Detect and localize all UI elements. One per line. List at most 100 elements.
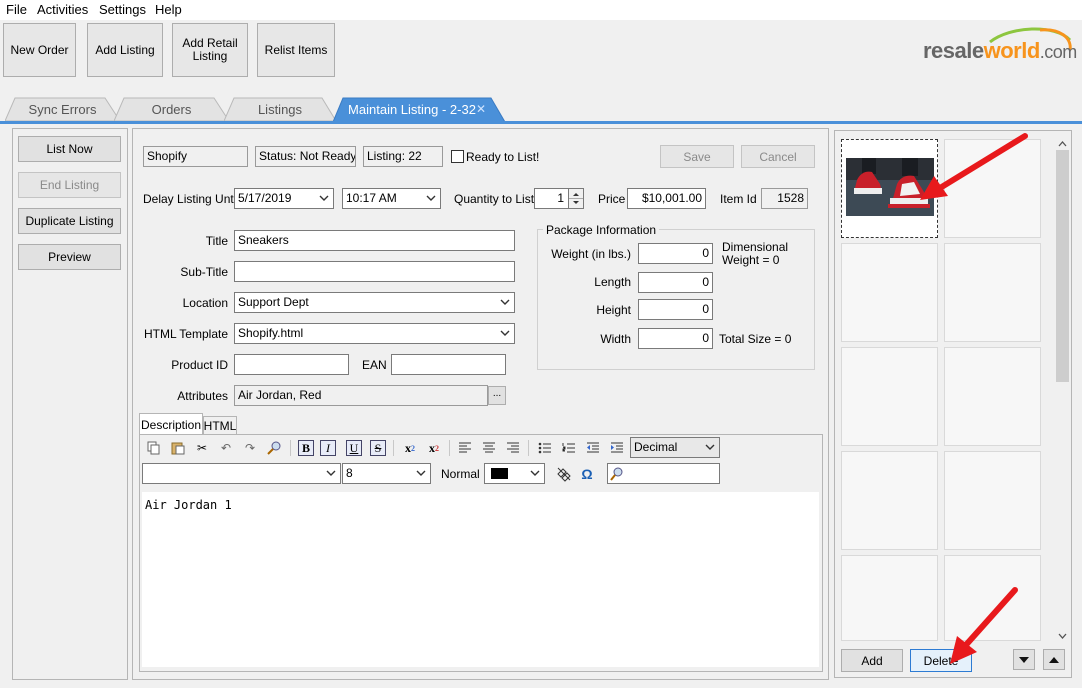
tab-orders-label: Orders	[151, 101, 192, 117]
length-input[interactable]: 0	[638, 272, 713, 293]
tab-sync-errors-label: Sync Errors	[28, 101, 97, 117]
toolbar-divider	[528, 440, 529, 456]
relist-items-button[interactable]: Relist Items	[257, 23, 335, 77]
end-listing-button[interactable]: End Listing	[18, 172, 121, 198]
menu-activities[interactable]: Activities	[37, 2, 88, 17]
scroll-up-icon[interactable]	[1054, 138, 1071, 150]
image-slot-7[interactable]	[841, 451, 938, 550]
font-size-dropdown[interactable]: 8	[342, 463, 431, 484]
ean-input[interactable]	[391, 354, 506, 375]
quantity-input[interactable]: 1	[534, 188, 569, 209]
add-listing-button[interactable]: Add Listing	[87, 23, 163, 77]
quantity-stepper[interactable]	[568, 188, 584, 209]
font-family-dropdown[interactable]	[142, 463, 341, 484]
width-input[interactable]: 0	[638, 328, 713, 349]
editor-search-input[interactable]	[607, 463, 720, 484]
scroll-thumb[interactable]	[1056, 150, 1069, 382]
add-retail-listing-button[interactable]: Add Retail Listing	[172, 23, 248, 77]
delay-date-picker[interactable]: 5/17/2019	[234, 188, 334, 209]
tab-listings[interactable]: Listings	[224, 97, 336, 121]
image-slot-6[interactable]	[944, 347, 1041, 446]
superscript-icon[interactable]: x2	[426, 440, 442, 456]
toolbar-divider	[290, 440, 291, 456]
bullet-list-icon[interactable]	[537, 440, 553, 456]
outdent-icon[interactable]	[585, 440, 601, 456]
html-template-value: Shopify.html	[238, 326, 304, 340]
indent-icon[interactable]	[609, 440, 625, 456]
editor-scrollbar[interactable]	[819, 492, 822, 667]
delay-date-value: 5/17/2019	[238, 191, 292, 205]
close-tab-icon[interactable]: ✕	[476, 102, 486, 116]
bold-icon[interactable]: B	[298, 440, 314, 456]
toolbar-divider	[449, 440, 450, 456]
font-color-dropdown[interactable]	[484, 463, 545, 484]
tab-html[interactable]: HTML	[203, 416, 237, 435]
strikethrough-icon[interactable]: S	[370, 440, 386, 456]
paste-icon[interactable]	[170, 440, 186, 456]
add-image-button[interactable]: Add	[841, 649, 903, 672]
paragraph-style-label[interactable]: Normal	[441, 467, 480, 481]
special-character-icon[interactable]: Ω	[579, 466, 595, 482]
menu-file[interactable]: File	[6, 2, 27, 17]
listing-number-field: Listing: 22	[363, 146, 443, 167]
redo-icon[interactable]: ↷	[242, 440, 258, 456]
find-icon[interactable]	[266, 440, 282, 456]
preview-button[interactable]: Preview	[18, 244, 121, 270]
image-slot-9[interactable]	[841, 555, 938, 641]
subscript-icon[interactable]: x2	[402, 440, 418, 456]
status-field: Status: Not Ready	[255, 146, 356, 167]
weight-input[interactable]: 0	[638, 243, 713, 264]
list-now-button[interactable]: List Now	[18, 136, 121, 162]
html-template-dropdown[interactable]: Shopify.html	[234, 323, 515, 344]
attributes-browse-button[interactable]: ...	[488, 386, 506, 405]
title-input[interactable]: Sneakers	[234, 230, 515, 251]
chevron-down-icon	[319, 195, 329, 201]
chevron-down-icon	[500, 299, 510, 305]
align-right-icon[interactable]	[505, 440, 521, 456]
menu-settings[interactable]: Settings	[99, 2, 146, 17]
price-input[interactable]: $10,001.00	[627, 188, 706, 209]
subtitle-input[interactable]	[234, 261, 515, 282]
new-order-button[interactable]: New Order	[3, 23, 76, 77]
align-left-icon[interactable]	[457, 440, 473, 456]
font-size-value: 8	[346, 466, 353, 480]
link-icon[interactable]	[556, 466, 572, 482]
product-id-input[interactable]	[234, 354, 349, 375]
duplicate-listing-button[interactable]: Duplicate Listing	[18, 208, 121, 234]
price-label: Price	[598, 192, 626, 206]
chevron-down-icon	[416, 470, 426, 476]
cut-icon[interactable]: ✂	[194, 440, 210, 456]
image-slot-8[interactable]	[944, 451, 1041, 550]
item-id-field: 1528	[761, 188, 808, 209]
undo-icon[interactable]: ↶	[218, 440, 234, 456]
delay-time-picker[interactable]: 10:17 AM	[342, 188, 441, 209]
cancel-button[interactable]: Cancel	[741, 145, 815, 168]
numbered-list-icon[interactable]	[561, 440, 577, 456]
triangle-up-icon	[1049, 656, 1059, 663]
italic-icon[interactable]: I	[320, 440, 336, 456]
scroll-down-icon[interactable]	[1054, 630, 1071, 642]
tab-orders[interactable]: Orders	[114, 97, 229, 121]
align-center-icon[interactable]	[481, 440, 497, 456]
location-dropdown[interactable]: Support Dept	[234, 292, 515, 313]
ready-to-list-checkbox[interactable]	[451, 150, 464, 163]
image-scrollbar[interactable]	[1054, 136, 1071, 644]
height-input[interactable]: 0	[638, 299, 713, 320]
underline-icon[interactable]: U	[346, 440, 362, 456]
image-slot-3[interactable]	[841, 243, 938, 342]
image-slot-4[interactable]	[944, 243, 1041, 342]
image-slot-5[interactable]	[841, 347, 938, 446]
ean-label: EAN	[362, 358, 387, 372]
save-button[interactable]: Save	[660, 145, 734, 168]
color-swatch	[491, 468, 508, 479]
copy-icon[interactable]	[146, 440, 162, 456]
location-value: Support Dept	[238, 295, 309, 309]
move-image-up-button[interactable]	[1043, 649, 1065, 670]
tab-description[interactable]: Description	[139, 413, 203, 435]
tab-listings-label: Listings	[257, 101, 303, 117]
list-style-dropdown[interactable]: Decimal	[630, 437, 720, 458]
tab-maintain-listing[interactable]: Maintain Listing - 2-32 ✕	[333, 97, 505, 122]
tab-sync-errors[interactable]: Sync Errors	[5, 97, 120, 121]
description-editor[interactable]: Air Jordan 1	[142, 492, 819, 667]
menu-help[interactable]: Help	[155, 2, 182, 17]
